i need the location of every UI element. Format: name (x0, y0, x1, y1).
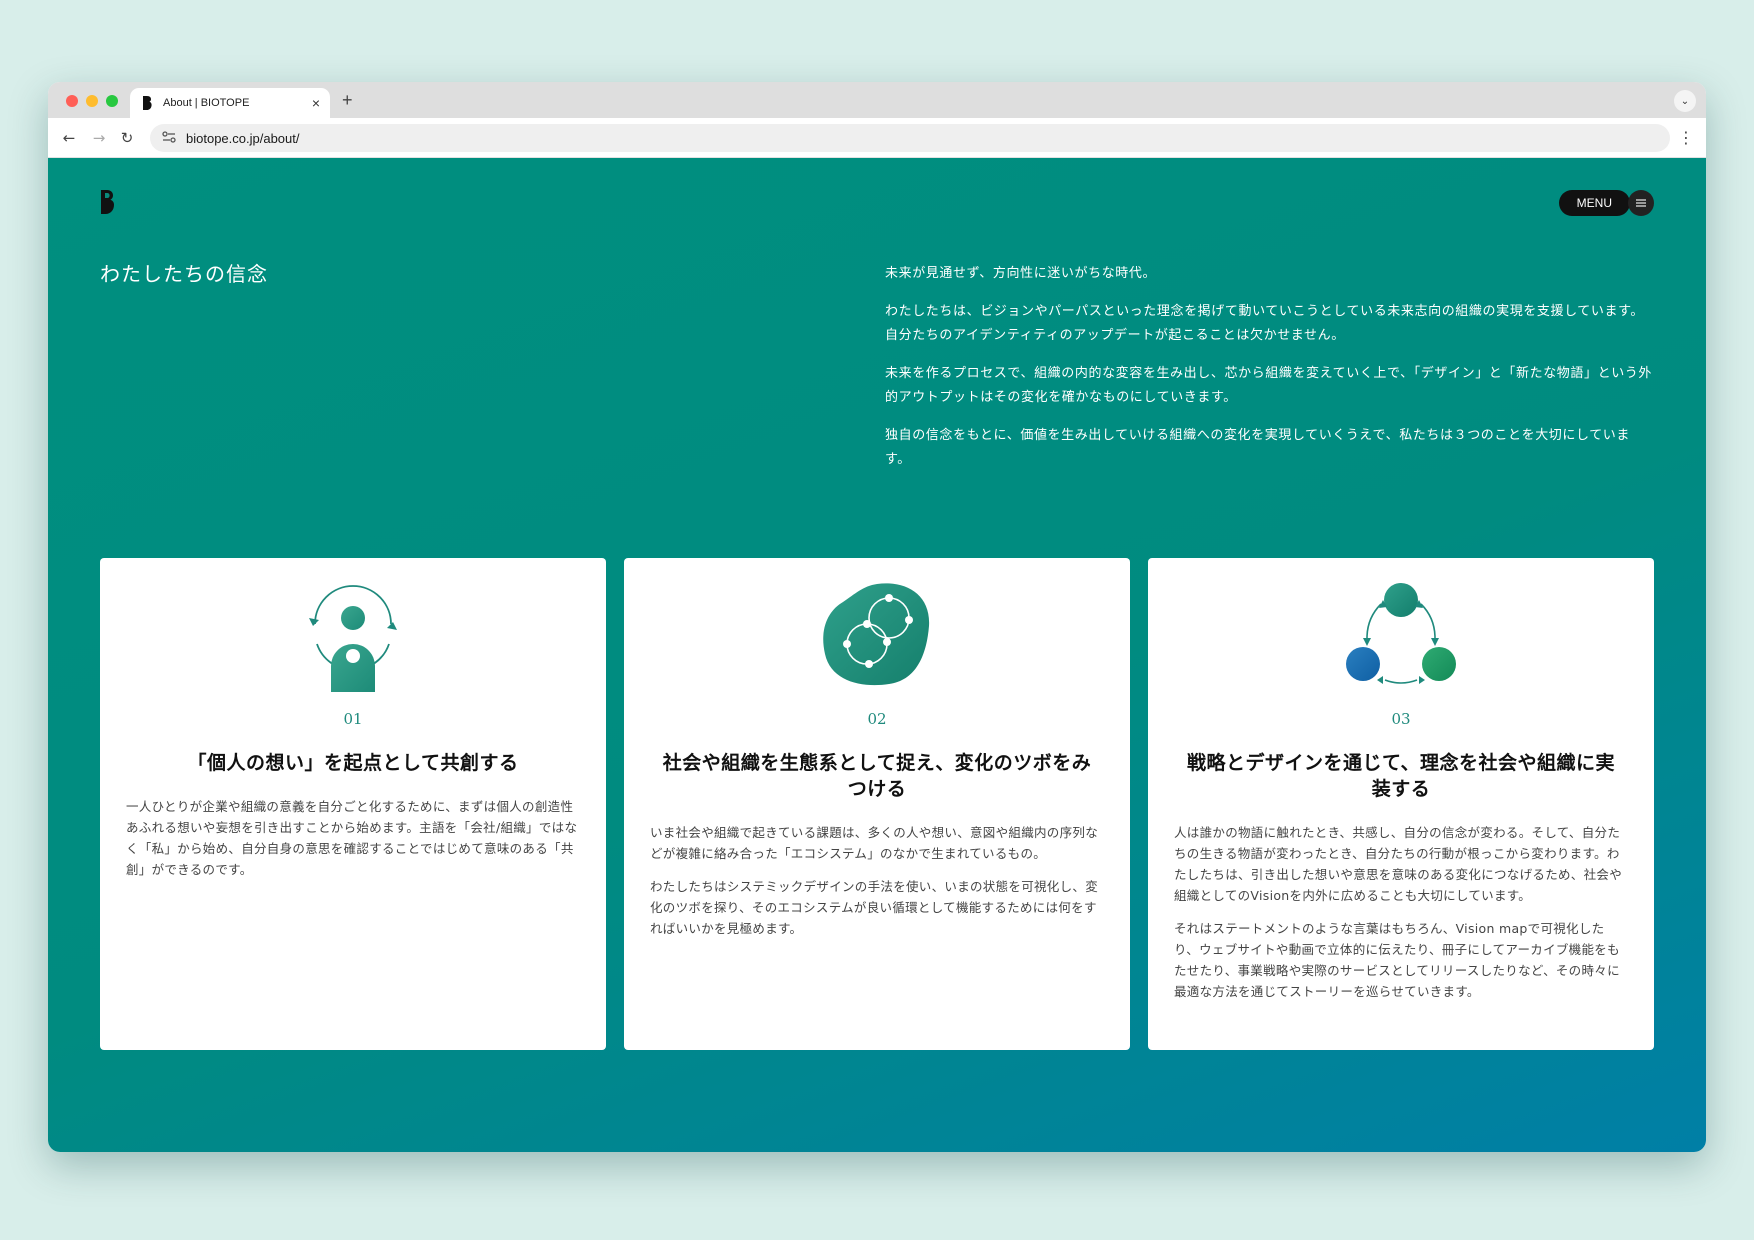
back-arrow-icon[interactable]: ← (60, 129, 78, 147)
ecosystem-icon (823, 583, 930, 686)
card-body: 一人ひとりが企業や組織の意義を自分ごと化するために、まずは個人の創造性あふれる想… (126, 796, 580, 892)
tab-search-chevron-down-icon[interactable]: ⌄ (1674, 90, 1696, 112)
menu-button[interactable]: MENU (1558, 190, 1654, 216)
ecosystem-illustration (624, 580, 1130, 696)
card-paragraph: いま社会や組織で起きている課題は、多くの人や想い、意図や組織内の序列などが複雑に… (650, 825, 1099, 861)
card-body: 人は誰かの物語に触れたとき、共感し、自分の信念が変わる。そして、自分たちの生きる… (1174, 822, 1628, 1014)
intro-paragraph: 未来が見通せず、方向性に迷いがちな時代。 (885, 266, 1157, 281)
card-number: 02 (867, 710, 887, 728)
menu-label: MENU (1558, 190, 1630, 216)
new-tab-icon[interactable]: + (342, 90, 353, 111)
browser-toolbar: ← → ↻ biotope.co.jp/about/ ⋮ (48, 118, 1706, 158)
card-heading: 社会や組織を生態系として捉え、変化のツボをみつける (662, 752, 1092, 800)
site-settings-icon[interactable] (162, 130, 178, 146)
biotope-favicon-icon (140, 96, 154, 110)
forward-arrow-icon[interactable]: → (90, 129, 108, 147)
hamburger-icon (1628, 190, 1654, 216)
value-card-03: 03 戦略とデザインを通じて、理念を社会や組織に実装する 人は誰かの物語に触れた… (1148, 558, 1654, 1050)
page-content: MENU わたしたちの信念 未来が見通せず、方向性に迷いがちな時代。 わたしたち… (48, 158, 1706, 1152)
card-heading: 戦略とデザインを通じて、理念を社会や組織に実装する (1186, 752, 1616, 800)
intro-paragraph: 独自の信念をもとに、価値を生み出していける組織への変化を実現していくうえで、私た… (885, 428, 1631, 467)
card-paragraph: それはステートメントのような言葉はもちろん、Vision mapで可視化したり、… (1174, 921, 1620, 999)
intro-paragraph: 未来を作るプロセスで、組織の内的な変容を生み出し、芯から組織を変えていく上で、「… (885, 366, 1653, 405)
browser-menu-icon[interactable]: ⋮ (1678, 128, 1694, 147)
minimize-window-button[interactable] (86, 95, 98, 107)
card-paragraph: わたしたちはシステミックデザインの手法を使い、いまの状態を可視化し、変化のツボを… (650, 879, 1099, 936)
tab-bar: About | BIOTOPE × + ⌄ (48, 82, 1706, 118)
value-card-02: 02 社会や組織を生態系として捉え、変化のツボをみつける いま社会や組織で起きて… (624, 558, 1130, 1050)
reload-icon[interactable]: ↻ (118, 129, 136, 147)
browser-window: About | BIOTOPE × + ⌄ ← → ↻ biotope.co.j… (48, 82, 1706, 1152)
individual-cycle-icon (309, 585, 397, 692)
value-cards: 01 「個人の想い」を起点として共創する 一人ひとりが企業や組織の意義を自分ごと… (100, 558, 1654, 1050)
tab-about[interactable]: About | BIOTOPE × (130, 88, 330, 118)
biotope-logo-icon (101, 190, 114, 214)
card-body: いま社会や組織で起きている課題は、多くの人や想い、意図や組織内の序列などが複雑に… (650, 822, 1104, 951)
tab-title: About | BIOTOPE (163, 97, 250, 109)
address-bar[interactable]: biotope.co.jp/about/ (150, 124, 1670, 152)
story-cycle-illustration (1148, 580, 1654, 696)
close-window-button[interactable] (66, 95, 78, 107)
individual-cycle-illustration (100, 580, 606, 696)
story-cycle-icon (1346, 583, 1456, 684)
card-heading: 「個人の想い」を起点として共創する (187, 752, 519, 774)
window-controls (66, 95, 118, 107)
biotope-logo[interactable] (100, 190, 114, 218)
maximize-window-button[interactable] (106, 95, 118, 107)
intro-paragraph: わたしたちは、ビジョンやパーパスといった理念を掲げて動いていこうとしている未来志… (885, 304, 1645, 343)
card-number: 01 (343, 710, 363, 728)
beliefs-title: わたしたちの信念 (100, 262, 268, 286)
beliefs-intro: 未来が見通せず、方向性に迷いがちな時代。 わたしたちは、ビジョンやパーパスといっ… (885, 262, 1655, 486)
value-card-01: 01 「個人の想い」を起点として共創する 一人ひとりが企業や組織の意義を自分ごと… (100, 558, 606, 1050)
url-text: biotope.co.jp/about/ (186, 130, 300, 146)
card-paragraph: 人は誰かの物語に触れたとき、共感し、自分の信念が変わる。そして、自分たちの生きる… (1174, 825, 1623, 903)
close-tab-icon[interactable]: × (312, 95, 320, 111)
card-paragraph: 一人ひとりが企業や組織の意義を自分ごと化するために、まずは個人の創造性あふれる想… (126, 799, 578, 877)
card-number: 03 (1391, 710, 1411, 728)
